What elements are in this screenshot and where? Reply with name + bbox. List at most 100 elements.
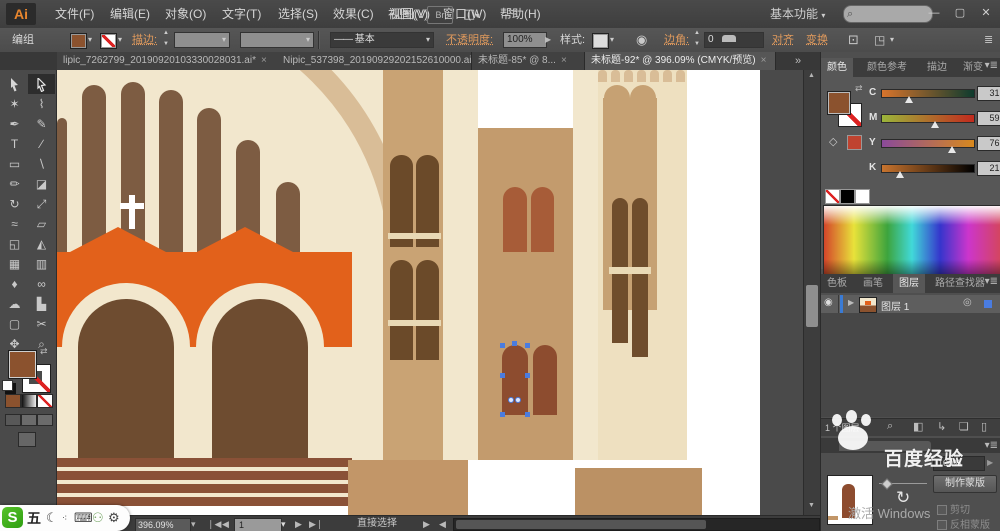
tab-layers[interactable]: 图层 [893,274,925,293]
screen-mode-button[interactable] [18,432,36,447]
opacity-panel-caret-icon[interactable]: ▶ [987,458,993,467]
zoom-field[interactable]: 396.09% [135,518,191,531]
arrange-documents-icon[interactable]: ◫▾ [463,5,489,23]
ime-toolbar[interactable]: S 五 ☾ ⁖ ⌨ ⚇ ⚙ [0,505,130,531]
tab-color-guide[interactable]: 颜色参考 [861,58,913,77]
clipping-mask-icon[interactable]: ◧ [913,420,923,433]
restore-button[interactable]: ▢ [948,4,972,22]
slider-thumb[interactable] [931,121,939,128]
scroll-up-icon[interactable]: ▲ [808,72,815,79]
magic-wand-tool[interactable]: ✶ [1,94,28,114]
horizontal-scrollbar[interactable] [453,518,820,531]
close-tab-icon[interactable]: × [761,55,767,66]
close-tab-icon[interactable]: × [261,55,267,66]
mask-link-knob[interactable] [881,478,892,489]
bridge-button[interactable]: Br [427,6,453,24]
ground-band[interactable] [348,460,468,515]
tab-color[interactable]: 颜色 [821,58,853,77]
new-layer-icon[interactable]: ❏ [959,420,969,433]
document-tab[interactable]: lipic_7262799_20190920103330028031.ai*× [57,52,278,70]
panel-menu-icon[interactable]: ▾≣ [985,60,998,71]
caret-icon[interactable]: ▾ [610,28,614,52]
slider-thumb[interactable] [948,146,956,153]
prev-artboard-icon[interactable]: ◀ [222,516,229,531]
gamut-swatch[interactable] [847,135,862,150]
symbol-sprayer-tool[interactable]: ☁ [1,294,28,314]
panel-menu-icon[interactable]: ▾≣ [985,276,998,287]
channel-value[interactable]: 31.16 [977,86,1000,101]
draw-inside-button[interactable] [37,414,53,426]
rotate-tool[interactable]: ↻ [1,194,28,214]
document-tab[interactable]: 未标题-85* @ 8...× [472,52,585,70]
white-swatch[interactable] [855,189,870,204]
swap-colors-icon[interactable]: ⇄ [855,83,863,94]
style-swatch[interactable] [592,33,609,49]
channel-slider[interactable] [881,139,975,148]
paintbrush-tool[interactable]: ∖ [28,154,55,174]
panel-fill-swatch[interactable] [827,91,851,115]
stroke-stepper[interactable]: ▲▼ [163,28,171,52]
width-tool[interactable]: ≈ [1,214,28,234]
document-tab[interactable]: Nipic_537398_20190929202152610000.ai*× [277,52,472,70]
first-artboard-icon[interactable]: ❘◀ [207,516,221,531]
artboard-canvas[interactable]: ▲ ▼ [57,70,820,515]
lasso-tool[interactable]: ⌇ [28,94,55,114]
transform-link[interactable]: 变换 [806,28,828,52]
delete-layer-icon[interactable]: ▯ [981,420,987,433]
ground-band[interactable] [575,468,702,515]
selection-anchor[interactable] [500,343,505,348]
selection-anchor[interactable] [500,373,505,378]
door[interactable] [533,345,557,415]
default-fill-stroke-icon[interactable] [2,380,13,391]
brush-definition-dropdown[interactable]: —— 基本▾ [330,32,434,48]
transparency-panel-header[interactable]: ▾≣ [821,438,1000,453]
selection-anchor[interactable] [500,412,505,417]
rectangle-tool[interactable]: ▭ [1,154,28,174]
hscroll-left-icon[interactable]: ◀ [439,516,446,531]
swap-fill-stroke-icon[interactable]: ⇄ [40,346,48,357]
stroke-color-swatch[interactable] [100,33,117,49]
clip-checkbox[interactable]: 剪切 [937,501,970,516]
vertical-scrollbar[interactable]: ▲ ▼ [803,70,820,515]
free-transform-tool[interactable]: ▱ [28,214,55,234]
artboard-tool[interactable]: ▢ [1,314,28,334]
layer-thumbnail[interactable] [859,297,877,313]
slider-thumb[interactable] [896,171,904,178]
opacity-caret-icon[interactable]: ▶ [545,28,551,52]
variable-width-dropdown[interactable]: ▾ [240,32,314,48]
opacity-field[interactable]: 100% [503,32,547,48]
caret-icon[interactable]: ▾ [118,28,122,52]
next-artboard-icon[interactable]: ▶ [295,516,302,531]
bounding-box-icon[interactable]: ⊡ [848,28,859,52]
curvature-pen-tool[interactable]: ✎ [28,114,55,134]
selection-anchor[interactable] [525,343,530,348]
pen-tool[interactable]: ✒ [1,114,28,134]
arch-doorway[interactable] [78,299,174,460]
align-link[interactable]: 对齐 [772,28,794,52]
anchor-dot[interactable] [508,397,514,403]
scale-tool[interactable]: ⤢ [28,194,55,214]
close-button[interactable]: ✕ [974,4,998,22]
channel-slider[interactable] [881,89,975,98]
tab-stroke[interactable]: 描边 [921,58,953,77]
channel-slider[interactable] [881,114,975,123]
direct-selection-tool[interactable] [28,74,55,94]
wrench-icon[interactable]: ⚙ [108,508,120,528]
selection-anchor[interactable] [512,341,517,346]
workspace-switcher[interactable]: 基本功能 ▾ [770,5,825,25]
caret-icon[interactable]: ▾ [890,28,894,52]
layer-selection-chip[interactable] [984,300,992,308]
draw-normal-button[interactable] [5,414,21,426]
moon-icon[interactable]: ☾ [46,508,58,528]
opacity-link[interactable]: 不透明度: [446,28,493,52]
eraser-tool[interactable]: ◪ [28,174,55,194]
expand-layer-icon[interactable]: ▶ [848,298,854,307]
slider-thumb[interactable] [905,96,913,103]
artboard-caret-icon[interactable]: ▾ [281,516,286,531]
blend-tool[interactable]: ∞ [28,274,55,294]
cross[interactable] [129,195,135,229]
cube-warning-icon[interactable]: ◇ [829,135,837,148]
zoom-caret-icon[interactable]: ▾ [191,516,196,531]
shape-builder-tool[interactable]: ◱ [1,234,28,254]
punctuation-icon[interactable]: ⁖ [62,508,67,528]
